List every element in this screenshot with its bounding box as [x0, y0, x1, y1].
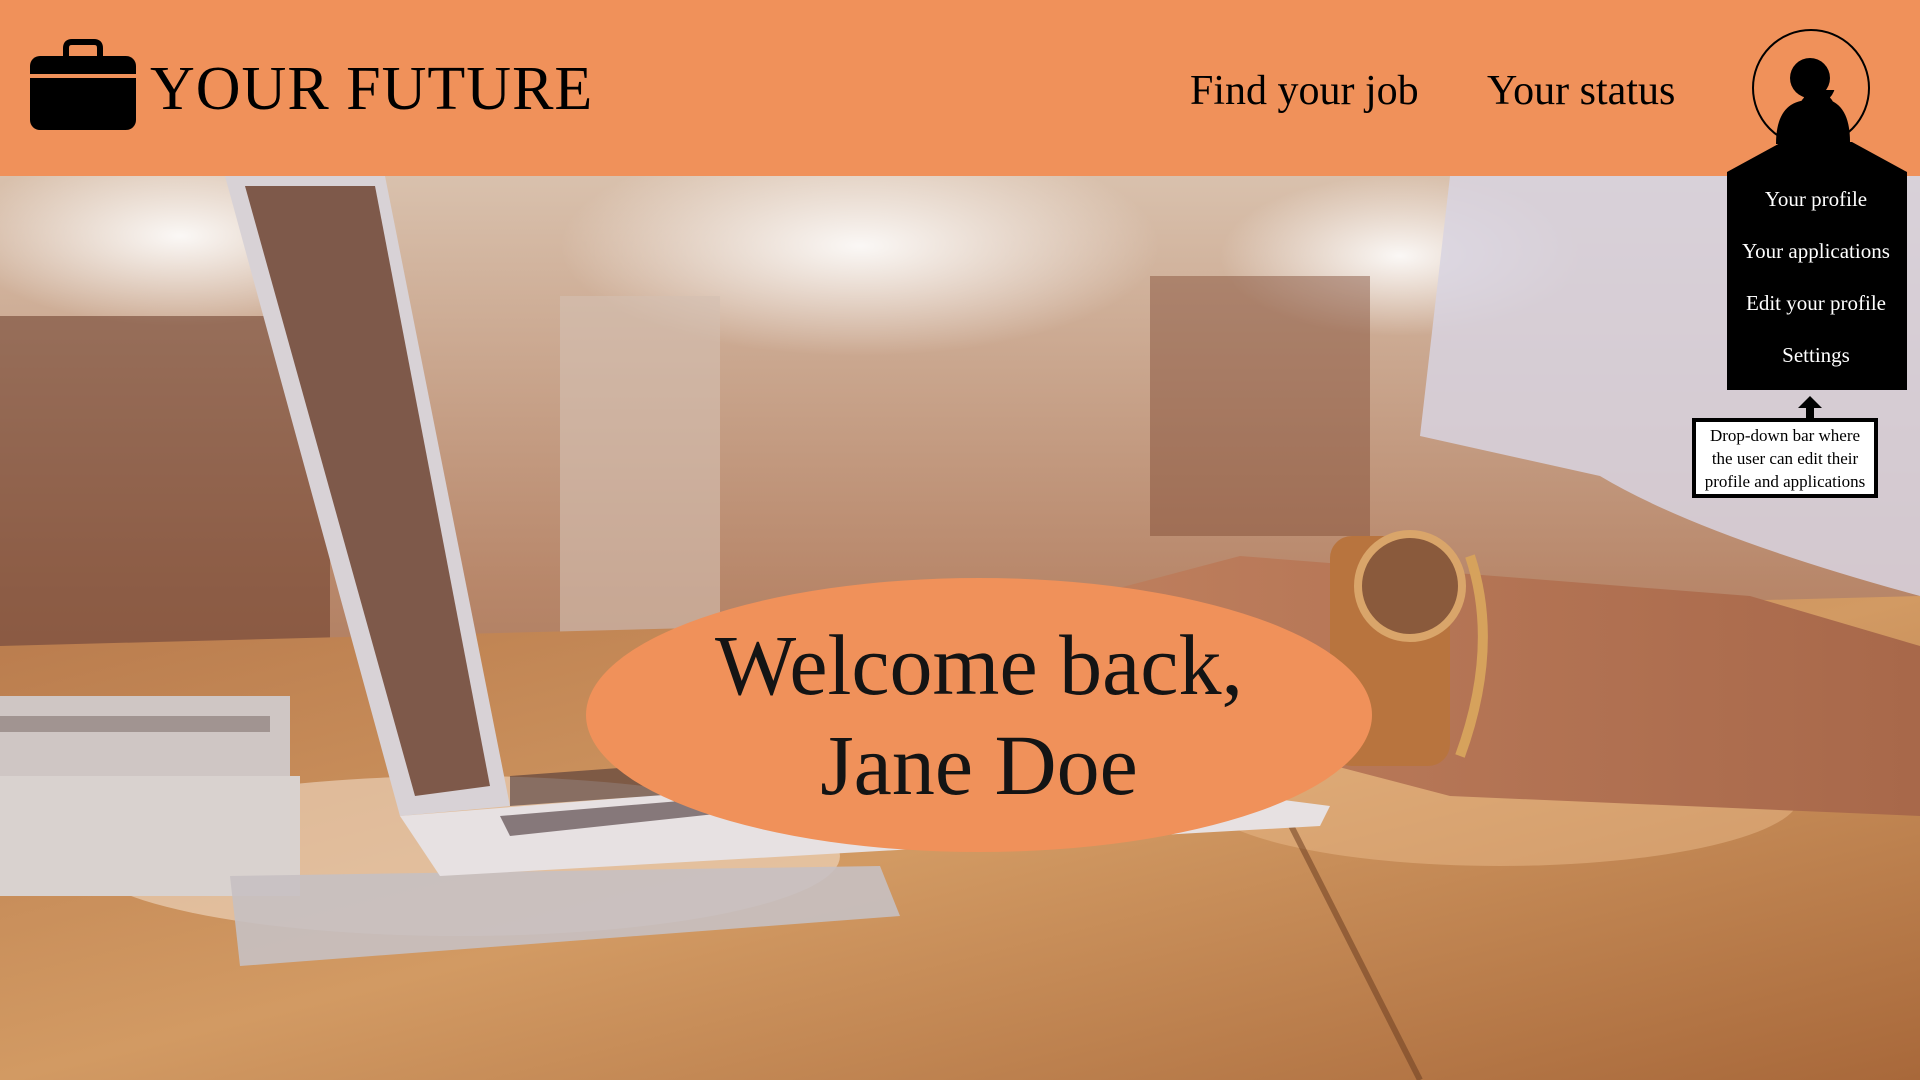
welcome-user-name: Jane Doe — [820, 717, 1138, 813]
arrow-up-icon — [1798, 396, 1822, 418]
annotation-line: profile and applications — [1704, 471, 1866, 491]
annotation-line: the user can edit their — [1711, 448, 1859, 468]
annotation-note: Drop-down bar where the user can edit th… — [1692, 418, 1878, 498]
briefcase-icon[interactable] — [30, 36, 136, 130]
nav-your-status[interactable]: Your status — [1487, 66, 1675, 116]
brand-name[interactable]: YOUR FUTURE — [150, 58, 593, 120]
menu-item-your-profile[interactable]: Your profile — [1727, 185, 1905, 213]
welcome-greeting: Welcome back, — [715, 617, 1243, 713]
user-avatar-icon[interactable] — [1770, 56, 1850, 144]
top-header: YOUR FUTURE Find your job Your status — [0, 0, 1920, 176]
nav-find-your-job[interactable]: Find your job — [1190, 66, 1419, 116]
welcome-banner: Welcome back, Jane Doe — [586, 578, 1372, 852]
menu-item-your-applications[interactable]: Your applications — [1727, 237, 1905, 265]
annotation-line: Drop-down bar where — [1709, 425, 1861, 445]
menu-item-settings[interactable]: Settings — [1727, 341, 1905, 369]
hero-banner: Welcome back, Jane Doe — [0, 176, 1920, 1080]
menu-item-edit-your-profile[interactable]: Edit your profile — [1727, 289, 1905, 317]
